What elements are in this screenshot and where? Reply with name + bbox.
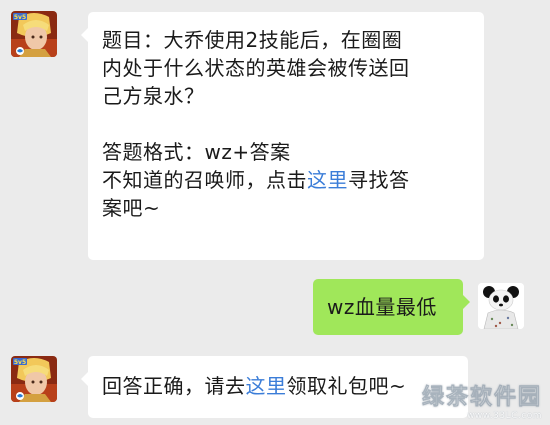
hint-suffix: 寻找答 bbox=[348, 168, 410, 192]
user-avatar[interactable] bbox=[478, 283, 524, 329]
bot-avatar-2[interactable]: 5v5 bbox=[11, 356, 57, 402]
question-line-3: 己方泉水？ bbox=[102, 84, 205, 108]
hint-line-2: 案吧~ bbox=[102, 196, 161, 220]
question-message-bubble[interactable]: 题目：大乔使用2技能后，在圈圈 内处于什么状态的英雄会被传送回 己方泉水？ 答题… bbox=[81, 12, 484, 260]
game-hero-avatar-icon: 5v5 bbox=[11, 356, 57, 402]
answer-message-bubble[interactable]: wz血量最低 bbox=[313, 279, 470, 335]
confirmation-message-bubble[interactable]: 回答正确，请去这里领取礼包吧~ bbox=[81, 356, 468, 418]
answer-text: wz血量最低 bbox=[327, 295, 437, 319]
hint-prefix: 不知道的召唤师，点击 bbox=[102, 168, 307, 192]
watermark-title: 绿茶软件园 bbox=[421, 385, 542, 411]
hint-link[interactable]: 这里 bbox=[307, 168, 348, 192]
site-watermark: 绿茶软件园 www.33LC.com bbox=[422, 379, 542, 421]
confirmation-prefix: 回答正确，请去 bbox=[102, 374, 246, 398]
panda-avatar-icon bbox=[478, 283, 524, 329]
answer-format-line: 答题格式：wz+答案 bbox=[102, 140, 291, 164]
question-line-1: 题目：大乔使用2技能后，在圈圈 bbox=[102, 28, 403, 52]
question-line-2: 内处于什么状态的英雄会被传送回 bbox=[102, 56, 410, 80]
confirmation-text: 回答正确，请去这里领取礼包吧~ bbox=[88, 356, 468, 400]
confirmation-suffix: 领取礼包吧~ bbox=[286, 374, 407, 398]
hint-line-1: 不知道的召唤师，点击这里寻找答 bbox=[102, 166, 484, 194]
svg-text:5v5: 5v5 bbox=[14, 359, 26, 366]
game-hero-avatar-icon: 5v5 bbox=[11, 11, 57, 57]
watermark-url: www.33LC.com bbox=[467, 411, 542, 421]
confirmation-link[interactable]: 这里 bbox=[246, 374, 287, 398]
bot-avatar[interactable]: 5v5 bbox=[11, 11, 57, 57]
svg-text:5v5: 5v5 bbox=[14, 14, 26, 21]
